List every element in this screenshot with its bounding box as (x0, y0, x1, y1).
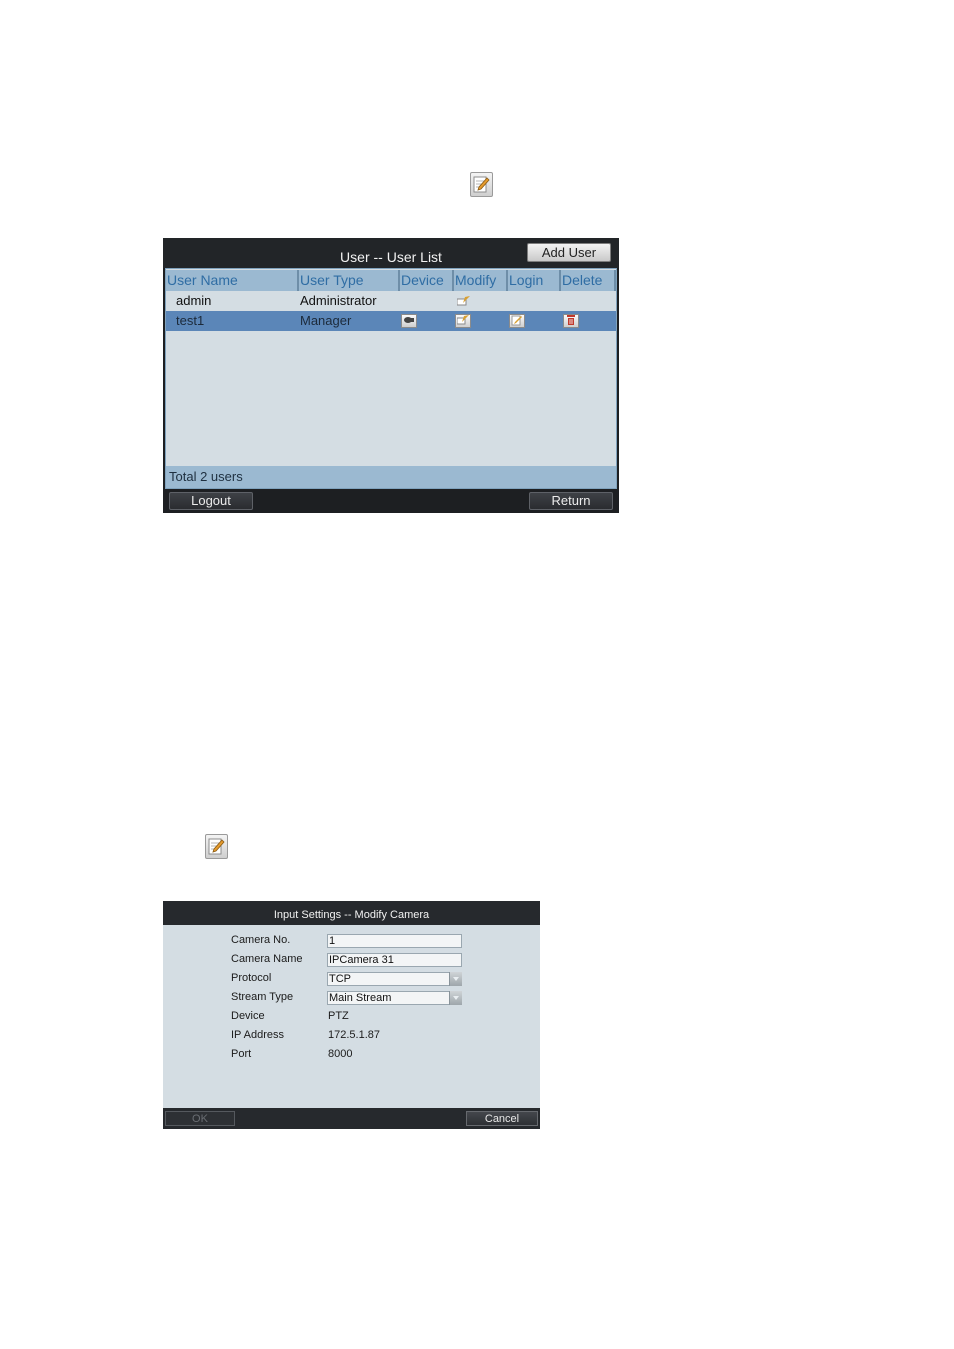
trash-icon[interactable] (563, 314, 579, 328)
chevron-down-icon[interactable] (449, 972, 462, 986)
chevron-down-icon[interactable] (449, 991, 462, 1005)
table-row[interactable]: admin Administrator (166, 291, 616, 311)
edit-icon (205, 834, 228, 859)
modify-icon[interactable] (456, 296, 472, 310)
column-modify[interactable]: Modify (454, 270, 508, 291)
column-delete[interactable]: Delete (561, 270, 616, 291)
column-user-type[interactable]: User Type (299, 270, 400, 291)
stream-type-select[interactable]: Main Stream (327, 991, 462, 1005)
stream-type-label: Stream Type (231, 991, 294, 1003)
ip-address-label: IP Address (231, 1029, 284, 1041)
window-title: Input Settings -- Modify Camera (273, 909, 430, 921)
camera-no-field[interactable]: 1 (327, 934, 462, 948)
ok-button[interactable]: OK (165, 1111, 235, 1126)
camera-name-field[interactable]: IPCamera 31 (327, 953, 462, 967)
edit-icon (470, 172, 493, 197)
window-titlebar: Input Settings -- Modify Camera (163, 901, 540, 925)
column-device[interactable]: Device (400, 270, 454, 291)
user-table: User Name User Type Device Modify Login … (165, 268, 617, 489)
add-user-button[interactable]: Add User (527, 243, 611, 262)
user-type: Administrator (300, 293, 377, 308)
column-user-name[interactable]: User Name (166, 270, 299, 291)
camera-no-label: Camera No. (231, 934, 291, 946)
camera-icon[interactable] (401, 314, 417, 328)
return-button[interactable]: Return (529, 492, 613, 510)
protocol-select[interactable]: TCP (327, 972, 462, 986)
device-value: PTZ (328, 1010, 349, 1022)
total-users-bar: Total 2 users (166, 466, 616, 488)
column-login[interactable]: Login (508, 270, 561, 291)
cancel-button[interactable]: Cancel (466, 1111, 538, 1126)
camera-name-label: Camera Name (231, 953, 303, 965)
user-name: admin (176, 293, 212, 308)
protocol-label: Protocol (231, 972, 272, 984)
modify-icon[interactable] (455, 314, 471, 328)
user-list-window: User -- User List Add User User Name Use… (163, 238, 619, 513)
window-titlebar: User -- User List Add User (163, 238, 619, 268)
stream-type-value: Main Stream (329, 992, 392, 1004)
window-bottombar: OK Cancel (163, 1108, 540, 1129)
protocol-value: TCP (329, 973, 351, 985)
port-value: 8000 (328, 1048, 353, 1060)
logout-button[interactable]: Logout (169, 492, 253, 510)
login-edit-icon[interactable] (509, 314, 525, 328)
ip-address-value: 172.5.1.87 (328, 1029, 380, 1041)
port-label: Port (231, 1048, 252, 1060)
table-header: User Name User Type Device Modify Login … (166, 270, 616, 291)
device-label: Device (231, 1010, 265, 1022)
user-name: test1 (176, 313, 205, 328)
modify-camera-window: Input Settings -- Modify Camera Camera N… (163, 901, 540, 1129)
table-row[interactable]: test1 Manager (166, 311, 616, 331)
user-type: Manager (300, 313, 352, 328)
